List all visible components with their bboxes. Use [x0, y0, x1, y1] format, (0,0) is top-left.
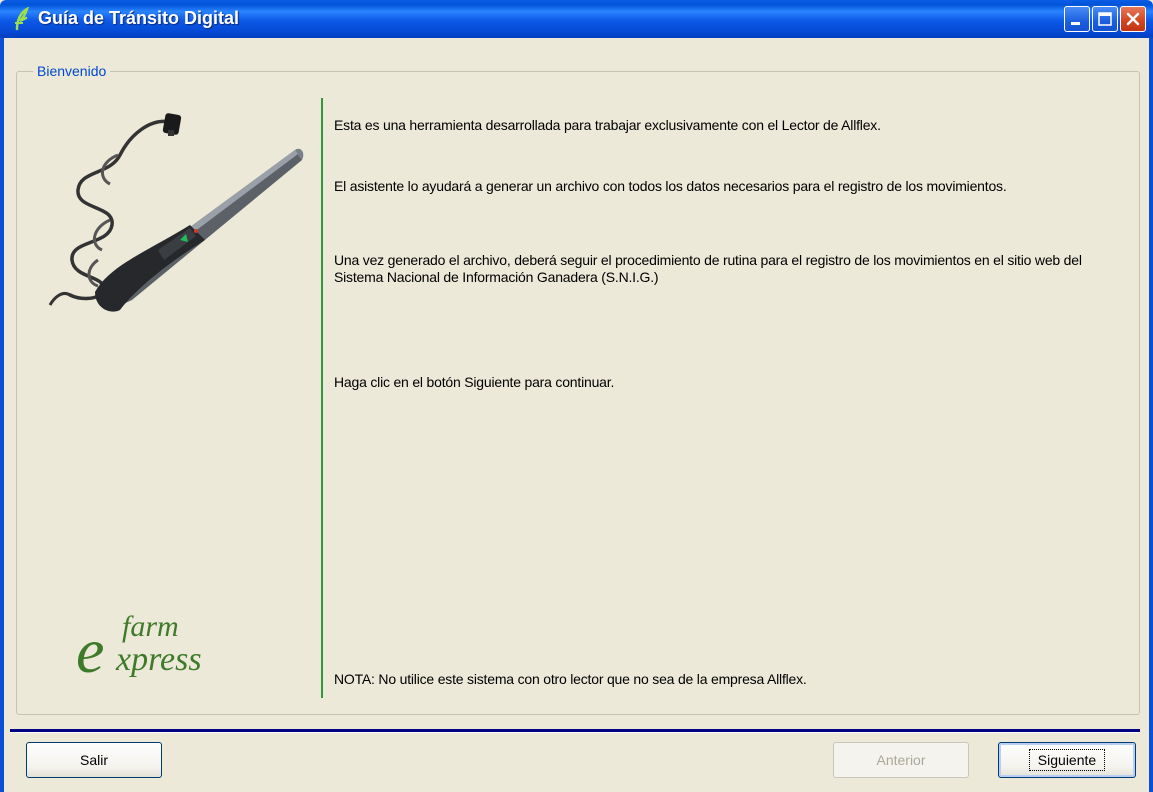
next-button-label: Siguiente — [1028, 749, 1106, 771]
title-bar[interactable]: Guía de Tránsito Digital — [0, 0, 1153, 38]
intro-text: Esta es una herramienta desarrollada par… — [334, 117, 881, 133]
footer-separator — [10, 729, 1140, 733]
svg-text:xpress: xpress — [115, 641, 202, 678]
next-button[interactable]: Siguiente — [998, 742, 1136, 778]
window-title: Guía de Tránsito Digital — [38, 8, 240, 28]
previous-button-label: Anterior — [876, 752, 926, 768]
exit-button-label: Salir — [79, 752, 108, 768]
minimize-button[interactable] — [1064, 6, 1090, 32]
svg-text:e: e — [76, 615, 104, 682]
window-frame-right — [1149, 38, 1153, 792]
close-button[interactable] — [1120, 6, 1146, 32]
window-frame-left — [0, 38, 4, 792]
minimize-icon — [1071, 22, 1080, 25]
content-divider — [321, 98, 323, 698]
exit-button[interactable]: Salir — [26, 742, 162, 778]
farm-leaf-icon — [15, 7, 29, 31]
note-text: NOTA: No utilice este sistema con otro l… — [334, 671, 807, 687]
wizard-info-text: El asistente lo ayudará a generar un arc… — [334, 178, 1007, 194]
svg-text:farm: farm — [122, 610, 179, 643]
previous-button[interactable]: Anterior — [833, 742, 969, 778]
rfid-reader-wand-image — [48, 113, 304, 312]
instruction-text: Haga clic en el botón Siguiente para con… — [334, 374, 615, 390]
maximize-icon — [1098, 12, 1112, 26]
close-icon — [1126, 12, 1140, 26]
procedure-text: Una vez generado el archivo, deberá segu… — [334, 252, 1082, 285]
maximize-button[interactable] — [1092, 6, 1118, 32]
groupbox-legend: Bienvenido — [33, 63, 111, 79]
efarm-express-logo: e farm xpress — [76, 610, 202, 682]
